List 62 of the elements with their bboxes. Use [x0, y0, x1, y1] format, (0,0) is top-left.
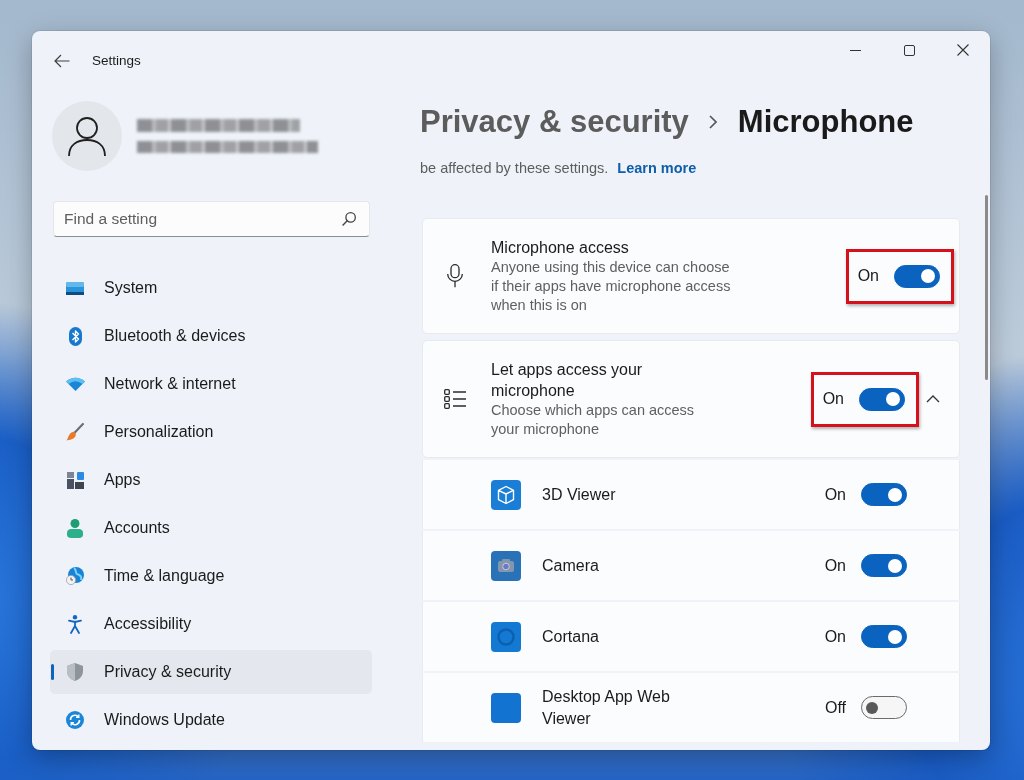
toggle-switch[interactable] — [861, 554, 907, 577]
person-icon — [67, 518, 83, 538]
cube-app-icon — [491, 479, 521, 510]
accessibility-icon — [68, 614, 82, 634]
state-label: On — [824, 484, 846, 505]
ring-app-icon — [491, 621, 521, 652]
scrollbar-thumb[interactable] — [985, 195, 988, 380]
app-name: Desktop App Web Viewer — [542, 686, 671, 729]
toggle-switch[interactable] — [861, 696, 907, 719]
nav-item[interactable]: Windows Update — [50, 698, 372, 742]
apps-grid-icon — [66, 471, 84, 489]
toggle-switch[interactable] — [861, 625, 907, 648]
setting-description: Anyone using this device can choose if their apps have microphone access when this is on — [491, 258, 732, 315]
toggle-switch[interactable] — [861, 483, 907, 506]
paintbrush-icon — [66, 423, 84, 441]
nav-item[interactable]: Bluetooth & devices — [50, 314, 372, 358]
microphone-icon — [447, 264, 463, 288]
wifi-icon — [65, 377, 85, 391]
intro-text: be affected by these settings. — [420, 159, 609, 178]
camera-app-icon — [491, 550, 521, 581]
nav-item[interactable]: Accounts — [50, 506, 372, 550]
setting-description: Choose which apps can access your microphone — [491, 401, 696, 439]
close-icon — [957, 44, 969, 56]
state-label: Off — [824, 697, 846, 718]
state-label: On — [824, 555, 846, 576]
nav-item[interactable]: Privacy & security — [50, 650, 372, 694]
state-label: On — [857, 266, 879, 286]
state-label: On — [824, 626, 846, 647]
page-title: Microphone — [737, 103, 914, 141]
nav-item[interactable]: System — [50, 266, 372, 310]
search-icon — [342, 212, 356, 226]
window-title: Settings — [92, 52, 141, 70]
chevron-up-icon — [926, 395, 940, 403]
nav-item[interactable]: Time & language — [50, 554, 372, 598]
app-name: Cortana — [542, 626, 599, 647]
checklist-icon — [444, 389, 466, 409]
nav-item[interactable]: Accessibility — [50, 602, 372, 646]
app-name: Camera — [542, 555, 599, 576]
monitor-icon — [66, 281, 84, 295]
nav-item[interactable]: Apps — [50, 458, 372, 502]
nav-item[interactable]: Network & internet — [50, 362, 372, 406]
nav-item[interactable]: Personalization — [50, 410, 372, 454]
learn-more-link[interactable]: Learn more — [617, 158, 697, 178]
toggle-switch[interactable] — [859, 387, 905, 411]
toggle-switch[interactable] — [894, 264, 940, 288]
selection-indicator — [51, 664, 54, 680]
setting-title: Let apps access your microphone — [491, 360, 644, 401]
sync-icon — [66, 711, 84, 729]
app-name: 3D Viewer — [542, 484, 616, 505]
chevron-right-icon — [708, 115, 717, 129]
back-arrow-icon — [54, 54, 70, 68]
search-field[interactable]: Find a setting — [53, 201, 370, 237]
minimize-icon — [849, 49, 861, 51]
setting-title: Microphone access — [491, 238, 630, 258]
state-label: On — [822, 389, 844, 409]
maximize-icon — [903, 44, 915, 56]
shield-icon — [67, 663, 83, 681]
bluetooth-icon — [68, 326, 82, 346]
breadcrumb-link[interactable]: Privacy & security — [420, 101, 689, 143]
avatar-icon — [52, 101, 122, 171]
globe-clock-icon — [66, 567, 84, 585]
app-tile-icon — [491, 692, 521, 723]
